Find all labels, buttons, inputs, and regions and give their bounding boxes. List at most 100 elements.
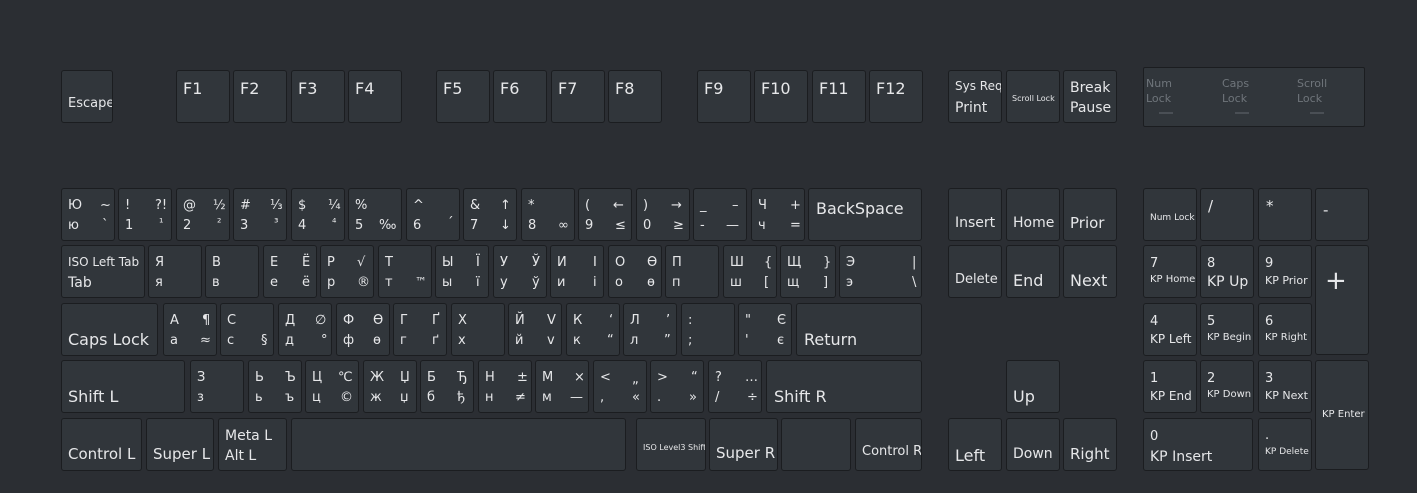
key-k3[interactable]: # ⅓ 3 ³ — [233, 188, 287, 241]
key-f6[interactable]: F6 — [493, 70, 547, 123]
key-kp-8[interactable]: 8 KP Up — [1200, 245, 1254, 298]
key-d[interactable]: Д ∅ д ° — [278, 303, 332, 356]
key-l[interactable]: Л ’ л ” — [623, 303, 677, 356]
key-right[interactable]: Right — [1063, 418, 1117, 471]
key-f9[interactable]: F9 — [697, 70, 751, 123]
key-g[interactable]: Г Ґг ґ — [393, 303, 447, 356]
key-semicolon[interactable]: :; — [681, 303, 735, 356]
key-up[interactable]: Up — [1006, 360, 1060, 413]
key-e[interactable]: Е Ёе ё — [263, 245, 317, 298]
key-kp-numlock[interactable]: Num Lock — [1143, 188, 1197, 241]
key-kp-subtract[interactable]: - — [1315, 188, 1369, 241]
key-a[interactable]: А ¶ а ≈ — [163, 303, 217, 356]
key-delete[interactable]: Delete — [948, 245, 1002, 298]
key-f7[interactable]: F7 — [551, 70, 605, 123]
key-comma[interactable]: < „, « — [593, 360, 647, 413]
key-kp-4[interactable]: 4 KP Left — [1143, 303, 1197, 356]
key-kp-add[interactable]: + — [1315, 245, 1369, 355]
key-p[interactable]: Пп — [665, 245, 719, 298]
key-bracketright[interactable]: Щ} щ] — [780, 245, 836, 298]
key-menu[interactable] — [781, 418, 851, 471]
key-kp-0[interactable]: 0 KP Insert — [1143, 418, 1253, 471]
key-minus[interactable]: _ – - — — [693, 188, 747, 241]
key-super-l[interactable]: Super L — [146, 418, 214, 471]
key-slash[interactable]: ? … / ÷ — [708, 360, 762, 413]
key-kp-multiply[interactable]: * — [1258, 188, 1312, 241]
key-down[interactable]: Down — [1006, 418, 1060, 471]
key-f2[interactable]: F2 — [233, 70, 287, 123]
key-end[interactable]: End — [1006, 245, 1060, 298]
key-y[interactable]: Ы Їы ї — [435, 245, 489, 298]
key-kp-2[interactable]: 2 KP Down — [1200, 360, 1254, 413]
key-grave[interactable]: Ю ~ ю ` — [61, 188, 115, 241]
key-f4[interactable]: F4 — [348, 70, 402, 123]
key-iso-level3[interactable]: ISO Level3 Shift — [636, 418, 706, 471]
key-kp-3[interactable]: 3 KP Next — [1258, 360, 1312, 413]
key-f[interactable]: Ф Өф ө — [336, 303, 390, 356]
key-s[interactable]: Сс § — [220, 303, 274, 356]
key-n[interactable]: М × м — — [535, 360, 589, 413]
key-x[interactable]: Ц ℃ ц © — [305, 360, 359, 413]
key-kp-1[interactable]: 1 KP End — [1143, 360, 1197, 413]
key-k2[interactable]: @ ½ 2 ² — [176, 188, 230, 241]
key-kp-9[interactable]: 9 KP Prior — [1258, 245, 1312, 298]
key-f12[interactable]: F12 — [869, 70, 923, 123]
key-v[interactable]: Б Ђб ђ — [420, 360, 474, 413]
key-f8[interactable]: F8 — [608, 70, 662, 123]
key-k0[interactable]: ) → 0 ≥ — [636, 188, 690, 241]
key-backspace[interactable]: BackSpace — [808, 188, 922, 241]
key-q[interactable]: Яя — [148, 245, 202, 298]
key-f5[interactable]: F5 — [436, 70, 490, 123]
key-kp-6[interactable]: 6 KP Right — [1258, 303, 1312, 356]
key-backslash[interactable]: Э | э \ — [839, 245, 922, 298]
key-w[interactable]: Вв — [205, 245, 259, 298]
key-control-r[interactable]: Control R — [855, 418, 922, 471]
key-kp-5[interactable]: 5 KP Begin — [1200, 303, 1254, 356]
key-b[interactable]: Н ± н ≠ — [478, 360, 532, 413]
key-shift-r[interactable]: Shift R — [766, 360, 922, 413]
key-bracketleft[interactable]: Ш {ш [ — [723, 245, 777, 298]
key-next[interactable]: Next — [1063, 245, 1117, 298]
key-insert[interactable]: Insert — [948, 188, 1002, 241]
key-caps-lock[interactable]: Caps Lock — [61, 303, 158, 356]
key-home[interactable]: Home — [1006, 188, 1060, 241]
key-k9[interactable]: (← 9 ≤ — [578, 188, 632, 241]
key-k4[interactable]: $ ¼ 4 ⁴ — [291, 188, 345, 241]
key-alt-l[interactable]: Meta L Alt L — [218, 418, 287, 471]
key-period[interactable]: > “. » — [650, 360, 704, 413]
key-f3[interactable]: F3 — [291, 70, 345, 123]
key-space[interactable] — [291, 418, 626, 471]
key-k6[interactable]: ^ 6 ´ — [406, 188, 460, 241]
key-i[interactable]: И Іи і — [550, 245, 604, 298]
key-escape[interactable]: Escape — [61, 70, 113, 123]
key-k[interactable]: К ‘ к “ — [566, 303, 620, 356]
key-less[interactable]: Зз — [190, 360, 244, 413]
key-kp-enter[interactable]: KP Enter — [1315, 360, 1369, 470]
key-f10[interactable]: F10 — [754, 70, 808, 123]
key-k7[interactable]: & ↑ 7 ↓ — [463, 188, 517, 241]
key-u[interactable]: У Ўу ў — [493, 245, 547, 298]
key-f11[interactable]: F11 — [812, 70, 866, 123]
key-k8[interactable]: * 8 ∞ — [521, 188, 575, 241]
key-pause[interactable]: Break Pause — [1063, 70, 1117, 123]
key-super-r[interactable]: Super R — [709, 418, 778, 471]
key-return[interactable]: Return — [796, 303, 922, 356]
key-k5[interactable]: % 5 ‰ — [348, 188, 402, 241]
key-shift-l[interactable]: Shift L — [61, 360, 185, 413]
key-scroll-lock[interactable]: Scroll Lock — [1006, 70, 1060, 123]
key-prior[interactable]: Prior — [1063, 188, 1117, 241]
key-apostrophe[interactable]: " Є ' є — [738, 303, 792, 356]
key-kp-7[interactable]: 7 KP Home — [1143, 245, 1197, 298]
key-print[interactable]: Sys Req Print — [948, 70, 1002, 123]
key-k1[interactable]: !?! 1 ¹ — [118, 188, 172, 241]
key-z[interactable]: Ь Ъь ъ — [248, 360, 302, 413]
key-h[interactable]: Хх — [451, 303, 505, 356]
key-c[interactable]: ЖЏж џ — [363, 360, 417, 413]
key-kp-decimal[interactable]: . KP Delete — [1258, 418, 1312, 471]
key-r[interactable]: Р √ р ® — [320, 245, 374, 298]
key-tab[interactable]: ISO Left Tab Tab — [61, 245, 145, 298]
key-control-l[interactable]: Control L — [61, 418, 142, 471]
key-f1[interactable]: F1 — [176, 70, 230, 123]
key-j[interactable]: Й Vй v — [508, 303, 562, 356]
key-left[interactable]: Left — [948, 418, 1002, 471]
